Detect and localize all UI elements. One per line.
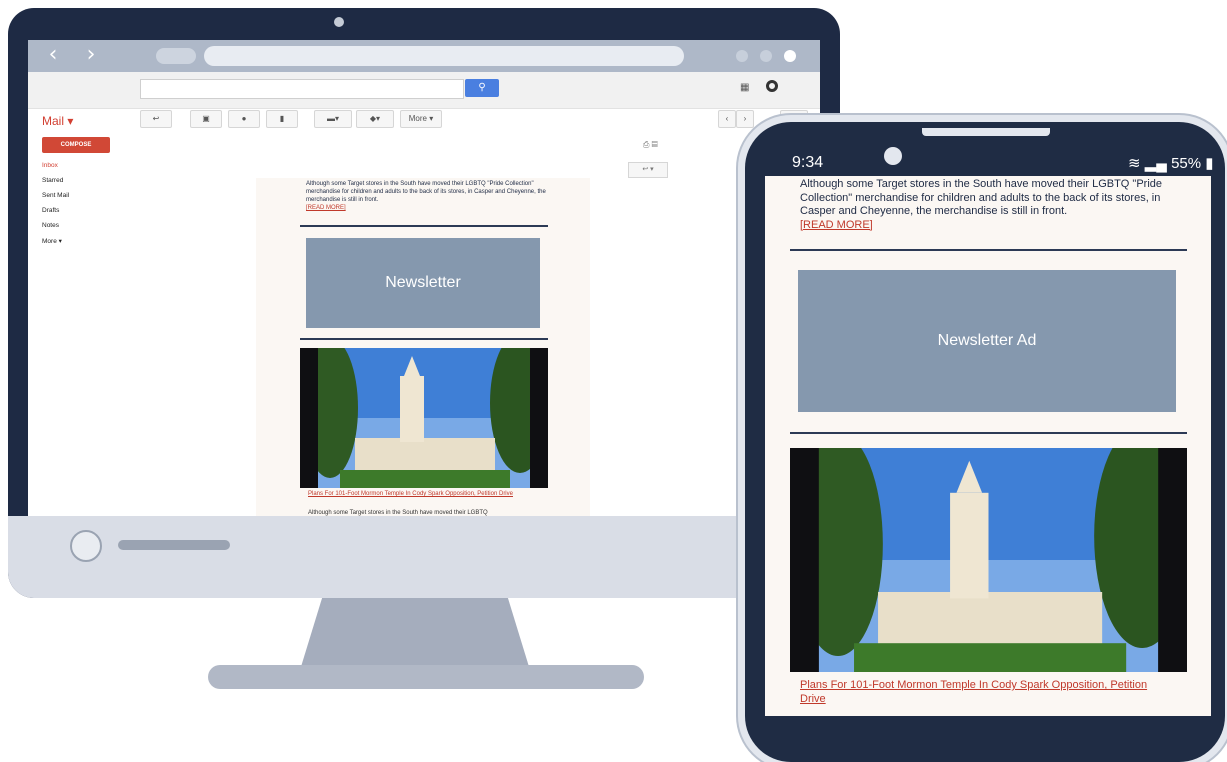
wifi-icon: ≋ (1128, 155, 1141, 172)
power-button (70, 530, 102, 562)
temple-photo[interactable] (790, 448, 1187, 672)
back-arrow-icon[interactable]: ‹ (42, 44, 64, 66)
reply-icon: ↩ (152, 114, 160, 123)
webcam-icon (334, 17, 344, 27)
monitor-screen: ‹ › ⚲ ▦ Mail ▾ ↩ ▣ ● ▮ ▬▾ ◆▾ More ▾ ‹ › … (28, 40, 820, 516)
search-icon: ⚲ (478, 82, 486, 93)
reply-button[interactable]: ↩ (140, 110, 172, 128)
trash-icon: ▮ (279, 114, 285, 123)
mail-label[interactable]: Mail ▾ (42, 114, 73, 128)
read-more-link[interactable]: [READ MORE] (306, 205, 346, 211)
search-input[interactable] (140, 79, 464, 99)
archive-button[interactable]: ▣ (190, 110, 222, 128)
temple-photo[interactable] (300, 348, 548, 488)
chin-slot (118, 540, 230, 550)
divider (300, 225, 548, 227)
signal-icon: ▂▄ (1144, 155, 1167, 172)
battery-label: 55% (1171, 155, 1202, 172)
browser-tab[interactable] (156, 48, 196, 64)
divider (300, 338, 548, 340)
browser-toolbar: ‹ › (28, 40, 820, 72)
article-text: Although some Target stores in the South… (800, 178, 1163, 217)
monitor-chin (8, 516, 840, 598)
prev-page-button[interactable]: ‹ (718, 110, 736, 128)
compose-button[interactable]: COMPOSE (42, 137, 110, 153)
search-button[interactable]: ⚲ (465, 79, 499, 97)
archive-icon: ▣ (202, 114, 210, 123)
next-page-button[interactable]: › (736, 110, 754, 128)
divider (790, 249, 1187, 251)
article-teaser: Although some Target stores in the South… (308, 510, 488, 516)
more-button[interactable]: More ▾ (400, 110, 442, 128)
window-dot-2 (760, 50, 772, 62)
window-dot-3 (784, 50, 796, 62)
labels-button[interactable]: ◆▾ (356, 110, 394, 128)
folder-starred[interactable]: Starred (42, 177, 63, 184)
monitor-stand-base (208, 665, 644, 689)
divider (790, 432, 1187, 434)
folder-notes[interactable]: Notes (42, 222, 59, 229)
report-spam-button[interactable]: ● (228, 110, 260, 128)
article-summary: Although some Target stores in the South… (800, 178, 1172, 232)
report-spam-icon: ● (241, 114, 247, 123)
window-dot-1 (736, 50, 748, 62)
article-headline-link[interactable]: Plans For 101-Foot Mormon Temple In Cody… (308, 490, 548, 498)
folder-inbox[interactable]: Inbox (42, 162, 58, 169)
account-icon[interactable] (766, 80, 778, 92)
reply-dropdown-button[interactable]: ↩ ▾ (628, 162, 668, 178)
article-headline-link[interactable]: Plans For 101-Foot Mormon Temple In Cody… (800, 678, 1160, 706)
move-to-button[interactable]: ▬▾ (314, 110, 352, 128)
newsletter-ad-block[interactable]: Newsletter Ad (798, 270, 1176, 412)
tag-icon: ◆▾ (369, 114, 381, 123)
apps-grid-icon[interactable]: ▦ (740, 82, 752, 94)
read-more-link[interactable]: [READ MORE] (800, 219, 873, 231)
phone-speaker (922, 128, 1050, 136)
print-icon[interactable]: ⎙ ▤ (643, 140, 658, 150)
status-time: 9:34 (792, 154, 824, 171)
status-icons: ≋ ▂▄ 55% ▮ (1128, 154, 1214, 172)
folder-sent-mail[interactable]: Sent Mail (42, 192, 69, 199)
folder-more[interactable]: More ▾ (42, 237, 62, 245)
article-summary: Although some Target stores in the South… (306, 180, 564, 212)
front-camera-icon (884, 147, 902, 165)
delete-button[interactable]: ▮ (266, 110, 298, 128)
folder-icon: ▬▾ (326, 114, 339, 123)
newsletter-ad-block[interactable]: Newsletter (306, 238, 540, 328)
reply-icon: ↩ ▾ (642, 166, 654, 173)
forward-arrow-icon[interactable]: › (80, 44, 102, 66)
address-bar[interactable] (204, 46, 684, 66)
article-text: Although some Target stores in the South… (306, 181, 546, 203)
battery-icon: ▮ (1205, 155, 1214, 172)
folder-drafts[interactable]: Drafts (42, 207, 59, 214)
